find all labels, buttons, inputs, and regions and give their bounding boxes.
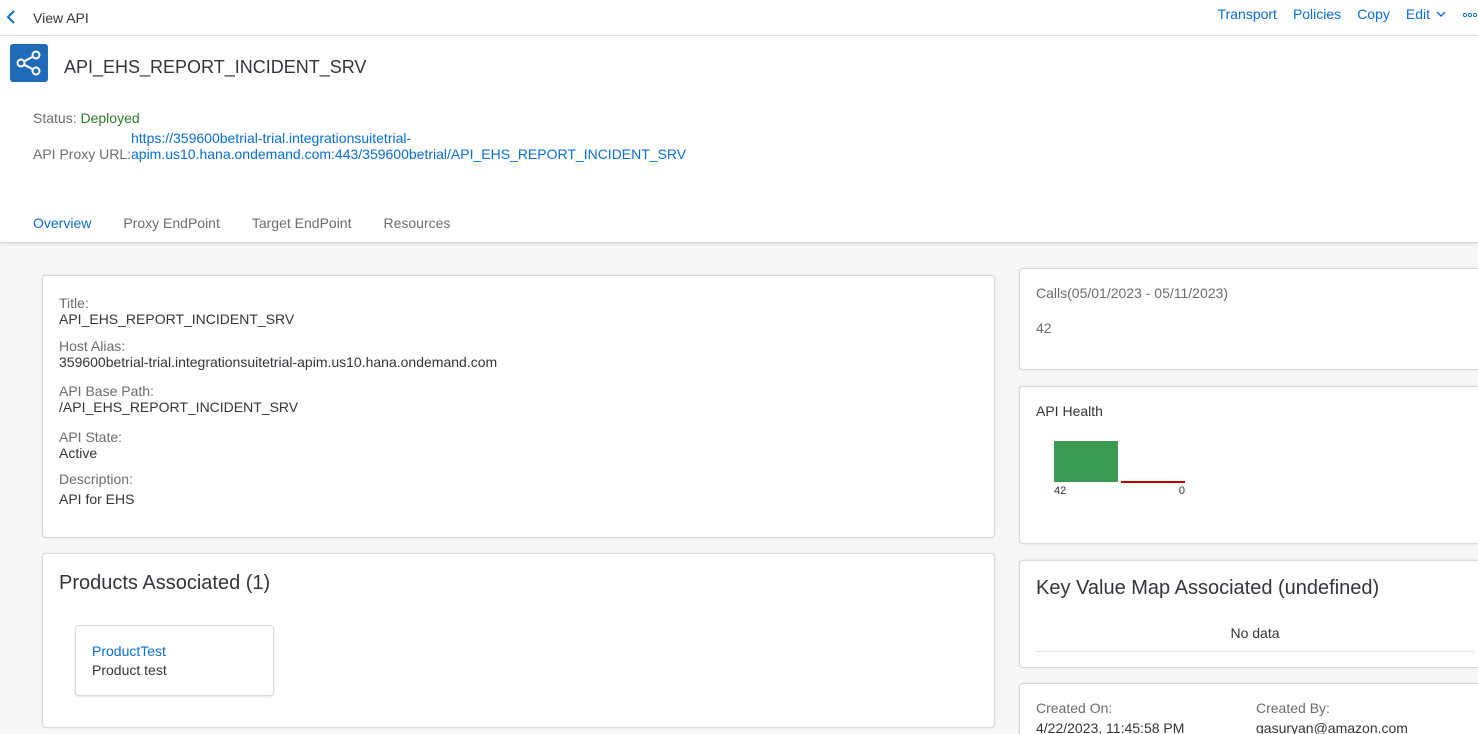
health-bar-label-1: 0 <box>1179 485 1185 497</box>
base-path-field: API Base Path: /API_EHS_REPORT_INCIDENT_… <box>59 383 298 415</box>
base-path-value: /API_EHS_REPORT_INCIDENT_SRV <box>59 399 299 415</box>
proxy-url-line-2: apim.us10.hana.ondemand.com:443/359600be… <box>131 146 687 162</box>
host-alias-label: Host Alias: <box>59 338 126 354</box>
kvm-title: Key Value Map Associated (undefined) <box>1036 577 1380 599</box>
page-title: View API <box>33 10 89 26</box>
calls-card: Calls(05/01/2023 - 05/11/2023) 42 <box>1019 268 1478 370</box>
health-bar-rect-0 <box>1054 441 1118 482</box>
health-bar-1: 0 <box>1121 481 1185 497</box>
api-health-card: API Health 42 0 <box>1019 386 1478 544</box>
created-by-value: gasuryan@amazon.com <box>1256 720 1408 734</box>
copy-button[interactable]: Copy <box>1357 6 1390 22</box>
calls-value: 42 <box>1036 320 1052 336</box>
api-state-label: API State: <box>59 429 123 445</box>
tab-overview[interactable]: Overview <box>33 215 91 241</box>
api-icon <box>10 44 48 82</box>
tab-target-endpoint[interactable]: Target EndPoint <box>252 215 352 241</box>
created-card: Created On: 4/22/2023, 11:45:58 PM Creat… <box>1019 683 1478 734</box>
api-name-title: API_EHS_REPORT_INCIDENT_SRV <box>64 57 367 77</box>
kvm-card: Key Value Map Associated (undefined) No … <box>1019 560 1478 668</box>
title-label: Title: <box>59 295 89 311</box>
api-health-chart: 42 0 <box>1054 441 1185 497</box>
title-value: API_EHS_REPORT_INCIDENT_SRV <box>59 311 295 327</box>
status-value: Deployed <box>80 110 140 126</box>
created-on-value: 4/22/2023, 11:45:58 PM <box>1036 720 1185 734</box>
created-by-field: Created By: gasuryan@amazon.com <box>1256 700 1408 734</box>
health-bar-label-0: 42 <box>1054 485 1066 497</box>
object-header: API_EHS_REPORT_INCIDENT_SRV Status: Depl… <box>0 37 1478 243</box>
proxy-url-label: API Proxy URL: <box>33 146 132 162</box>
chevron-down-icon <box>1436 11 1446 17</box>
description-label: Description: <box>59 471 133 487</box>
back-chevron-icon[interactable] <box>4 8 18 26</box>
api-state-field: API State: Active <box>59 429 122 461</box>
product-name-link[interactable]: ProductTest <box>92 643 166 659</box>
proxy-url-line-1: https://359600betrial-trial.integrations… <box>131 130 412 146</box>
product-tile[interactable]: ProductTest Product test <box>75 625 274 696</box>
status-label: Status: <box>33 110 77 126</box>
header-actions: Transport Policies Copy Edit <box>1218 6 1478 22</box>
network-share-icon <box>16 50 41 76</box>
transport-button[interactable]: Transport <box>1218 6 1277 22</box>
kvm-divider <box>1036 651 1474 652</box>
description-field: Description: API for EHS <box>59 471 134 507</box>
api-state-value: Active <box>59 445 98 461</box>
products-title: Products Associated (1) <box>59 572 271 594</box>
base-path-label: API Base Path: <box>59 383 154 399</box>
edit-label: Edit <box>1405 6 1430 22</box>
calls-title: Calls(05/01/2023 - 05/11/2023) <box>1036 285 1228 301</box>
overflow-icon[interactable] <box>1462 10 1478 18</box>
tab-bar: Overview Proxy EndPoint Target EndPoint … <box>33 215 482 241</box>
created-on-field: Created On: 4/22/2023, 11:45:58 PM <box>1036 700 1184 734</box>
created-by-label: Created By: <box>1256 700 1330 716</box>
kvm-no-data: No data <box>1230 625 1280 641</box>
status-row: Status: Deployed <box>33 110 140 126</box>
host-alias-field: Host Alias: 359600betrial-trial.integrat… <box>59 338 497 370</box>
title-field: Title: API_EHS_REPORT_INCIDENT_SRV <box>59 295 294 327</box>
products-card: Products Associated (1) ProductTest Prod… <box>42 553 995 728</box>
api-details-card: Title: API_EHS_REPORT_INCIDENT_SRV Host … <box>42 275 995 538</box>
created-on-label: Created On: <box>1036 700 1113 716</box>
top-bar: View API Transport Policies Copy Edit <box>0 0 1478 36</box>
api-health-title: API Health <box>1036 403 1103 419</box>
host-alias-value: 359600betrial-trial.integrationsuitetria… <box>59 354 498 370</box>
edit-menu-button[interactable]: Edit <box>1406 6 1446 22</box>
tab-proxy-endpoint[interactable]: Proxy EndPoint <box>123 215 220 241</box>
tab-resources[interactable]: Resources <box>383 215 450 241</box>
proxy-url-link[interactable]: https://359600betrial-trial.integrations… <box>131 130 691 162</box>
description-value: API for EHS <box>59 491 135 507</box>
policies-button[interactable]: Policies <box>1293 6 1341 22</box>
health-bar-0: 42 <box>1054 441 1118 497</box>
product-description: Product test <box>92 662 167 678</box>
